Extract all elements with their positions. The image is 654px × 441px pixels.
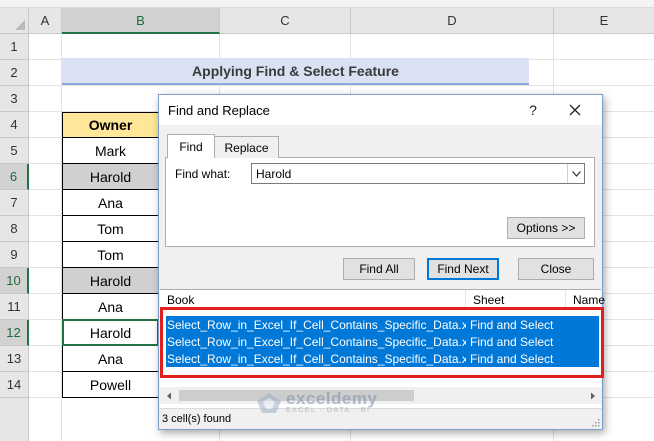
column-header-a[interactable]: A <box>29 8 62 34</box>
scroll-right-icon[interactable] <box>584 387 601 404</box>
column-header-d[interactable]: D <box>351 8 554 34</box>
row-header-11[interactable]: 11 <box>0 294 29 320</box>
column-header-b[interactable]: B <box>62 8 220 34</box>
column-header-c[interactable]: C <box>220 8 351 34</box>
find-all-button[interactable]: Find All <box>343 258 415 280</box>
row-header-6[interactable]: 6 <box>0 164 29 190</box>
result-row[interactable]: Select_Row_in_Excel_If_Cell_Contains_Spe… <box>166 333 599 350</box>
help-icon[interactable]: ? <box>522 99 544 121</box>
results-column-book[interactable]: Book <box>160 290 466 310</box>
scroll-left-icon[interactable] <box>160 387 177 404</box>
ribbon-edge <box>0 0 654 8</box>
chevron-down-icon[interactable] <box>567 164 584 183</box>
find-replace-dialog: Find and Replace ? Find Replace Find wha… <box>158 94 605 430</box>
dialog-title: Find and Replace <box>168 103 270 118</box>
row-header-1[interactable]: 1 <box>0 34 29 60</box>
owner-cell[interactable]: Harold <box>62 268 159 294</box>
result-sheet: Find and Select <box>470 351 554 366</box>
owner-cell[interactable]: Powell <box>62 372 159 398</box>
row-header-3[interactable]: 3 <box>0 86 29 112</box>
row-header-5[interactable]: 5 <box>0 138 29 164</box>
result-book: Select_Row_in_Excel_If_Cell_Contains_Spe… <box>167 351 466 366</box>
owner-header-cell[interactable]: Owner <box>62 112 159 138</box>
owner-cell[interactable]: Mark <box>62 138 159 164</box>
find-what-input[interactable] <box>251 163 585 184</box>
status-text: 3 cell(s) found <box>162 413 232 425</box>
row-header-2[interactable]: 2 <box>0 60 29 86</box>
row-header-10[interactable]: 10 <box>0 268 29 294</box>
results-column-name[interactable]: Name <box>566 290 605 310</box>
status-bar: 3 cell(s) found <box>159 408 602 429</box>
owner-cell[interactable]: Harold <box>62 164 159 190</box>
close-button[interactable]: Close <box>518 258 594 280</box>
owner-cell[interactable]: Tom <box>62 242 159 268</box>
horizontal-scrollbar[interactable] <box>160 387 601 404</box>
select-all-button[interactable] <box>0 8 29 34</box>
row-header-7[interactable]: 7 <box>0 190 29 216</box>
find-next-button[interactable]: Find Next <box>427 258 499 280</box>
select-all-triangle-icon <box>15 20 25 30</box>
row-header-4[interactable]: 4 <box>0 112 29 138</box>
row-header-8[interactable]: 8 <box>0 216 29 242</box>
scrollbar-thumb[interactable] <box>179 390 414 401</box>
owner-cell[interactable]: Ana <box>62 346 159 372</box>
owner-cell[interactable]: Ana <box>62 294 159 320</box>
dialog-titlebar[interactable]: Find and Replace ? <box>159 95 602 125</box>
options-button[interactable]: Options >> <box>507 217 585 239</box>
sheet-title-cell[interactable]: Applying Find & Select Feature <box>62 58 529 85</box>
row-header-13[interactable]: 13 <box>0 346 29 372</box>
tab-replace[interactable]: Replace <box>215 136 279 158</box>
result-row[interactable]: Select_Row_in_Excel_If_Cell_Contains_Spe… <box>166 316 599 333</box>
results-column-sheet[interactable]: Sheet <box>466 290 566 310</box>
column-header-e[interactable]: E <box>554 8 654 34</box>
active-owner-cell[interactable]: Harold <box>62 319 159 346</box>
row-header-9[interactable]: 9 <box>0 242 29 268</box>
row-header-14[interactable]: 14 <box>0 372 29 398</box>
result-book: Select_Row_in_Excel_If_Cell_Contains_Spe… <box>167 334 466 349</box>
result-row[interactable]: Select_Row_in_Excel_If_Cell_Contains_Spe… <box>166 350 599 367</box>
close-icon[interactable] <box>563 99 587 121</box>
tab-find[interactable]: Find <box>167 134 215 158</box>
row-header-12[interactable]: 12 <box>0 320 29 346</box>
gridline <box>29 85 654 86</box>
owner-cell[interactable]: Tom <box>62 216 159 242</box>
result-sheet: Find and Select <box>470 334 554 349</box>
resize-grip-icon[interactable] <box>590 417 600 427</box>
find-what-label: Find what: <box>175 167 231 181</box>
row-header-overflow <box>0 398 29 441</box>
result-sheet: Find and Select <box>470 317 554 332</box>
owner-cell[interactable]: Ana <box>62 190 159 216</box>
result-book: Select_Row_in_Excel_If_Cell_Contains_Spe… <box>167 317 466 332</box>
